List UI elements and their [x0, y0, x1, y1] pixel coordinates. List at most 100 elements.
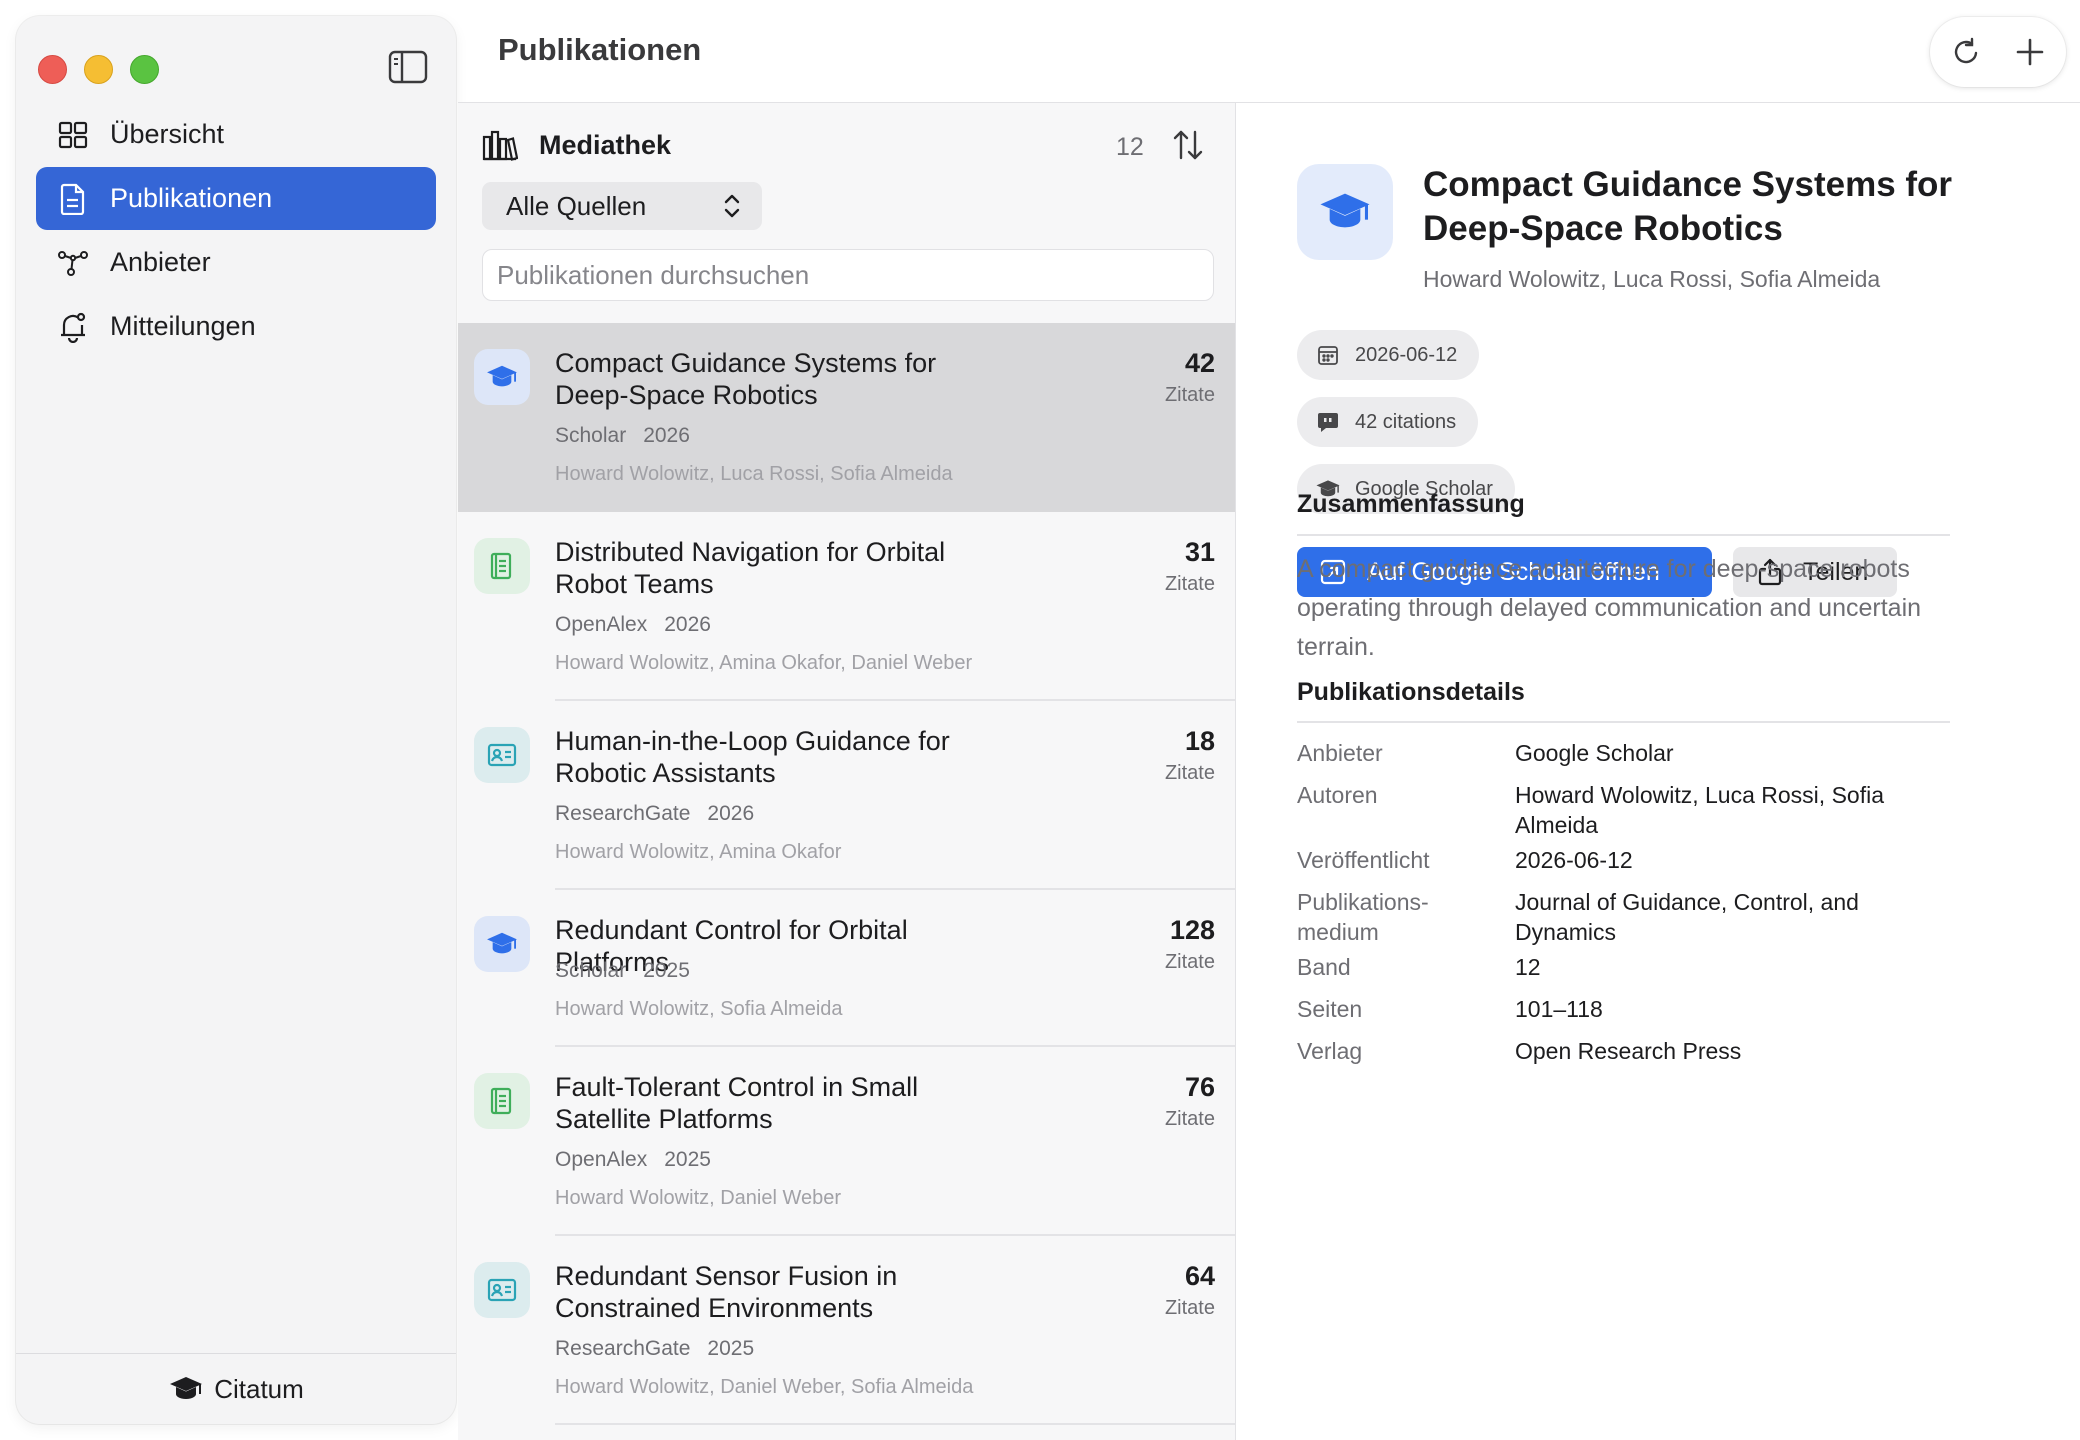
sidebar-item-label: Publikationen [110, 183, 273, 213]
sidebar-item-publikationen[interactable]: Publikationen [36, 167, 436, 230]
publication-authors: Howard Wolowitz, Sofia Almeida [555, 998, 843, 1020]
summary-text: A compact guidance architecture for deep… [1297, 555, 1922, 661]
search-input[interactable] [482, 249, 1214, 301]
citation-label: Zitate [1164, 951, 1215, 973]
list-item[interactable]: Human-in-the-Loop Guidance for Robotic A… [458, 701, 1235, 890]
open-book-icon [474, 1073, 530, 1129]
document-icon [56, 182, 90, 216]
graduation-cap-icon [474, 349, 530, 405]
field-value: Open Research Press [1515, 1038, 1742, 1064]
field-label: Autoren [1297, 782, 1378, 808]
details-divider [1297, 721, 1950, 723]
publication-source: ResearchGate [555, 802, 691, 825]
publication-meta: ResearchGate 2026 [555, 802, 754, 826]
publication-title: Compact Guidance Systems for Deep-Space … [555, 348, 937, 410]
publication-meta: Scholar 2025 [555, 959, 690, 983]
citation-count: 18 [1184, 726, 1215, 756]
publication-year: 2026 [707, 802, 755, 825]
id-card-icon [474, 1262, 530, 1318]
publication-source: ResearchGate [555, 1337, 691, 1360]
citation-count: 76 [1184, 1072, 1215, 1102]
citation-label: Zitate [1164, 762, 1215, 784]
publication-authors: Howard Wolowitz, Luca Rossi, Sofia Almei… [555, 463, 953, 485]
field-value: 12 [1515, 954, 1541, 980]
sidebar-item-uebersicht[interactable]: Übersicht [36, 103, 436, 166]
sidebar-item-label: Übersicht [110, 119, 225, 149]
field-value: 2026-06-12 [1515, 847, 1633, 873]
sidebar-toggle-icon[interactable] [388, 49, 428, 85]
list-item[interactable]: Distributed Navigation for Orbital Robot… [458, 512, 1235, 701]
publication-authors: Howard Wolowitz, Daniel Weber [555, 1187, 842, 1209]
source-filter-select[interactable]: Alle Quellen [482, 182, 762, 230]
row-divider [555, 1423, 1235, 1425]
window-close-button[interactable] [38, 55, 67, 84]
field-label: Publikations-medium [1297, 889, 1429, 945]
publication-title: Distributed Navigation for Orbital Robot… [555, 537, 946, 599]
publication-meta: OpenAlex 2026 [555, 613, 711, 637]
sidebar-item-label: Mitteilungen [110, 311, 256, 341]
detail-title: Compact Guidance Systems for Deep-Space … [1423, 165, 1953, 248]
date-chip-label: 2026-06-12 [1355, 343, 1458, 366]
publication-meta: Scholar 2026 [555, 424, 690, 448]
citation-count: 64 [1184, 1261, 1215, 1291]
publication-meta: ResearchGate 2025 [555, 1337, 754, 1361]
publication-year: 2025 [643, 959, 690, 982]
list-item[interactable]: Redundant Sensor Fusion in Constrained E… [458, 1236, 1235, 1425]
graduation-cap-icon [168, 1371, 204, 1407]
library-icon [482, 129, 519, 161]
field-label: Seiten [1297, 996, 1363, 1022]
field-label: Verlag [1297, 1038, 1363, 1064]
graduation-cap-icon [474, 916, 530, 972]
field-value: Journal of Guidance, Control, and Dynami… [1515, 889, 1859, 945]
publication-title: Redundant Sensor Fusion in Constrained E… [555, 1261, 898, 1323]
library-title: Mediathek [539, 130, 672, 160]
publication-authors: Howard Wolowitz, Amina Okafor, Daniel We… [555, 652, 973, 674]
publication-source: Scholar [555, 424, 627, 447]
toolbar-actions [1930, 17, 2066, 87]
details-heading: Publikationsdetails [1297, 678, 1525, 706]
publication-source: Scholar [555, 959, 627, 982]
list-item[interactable]: Compact Guidance Systems for Deep-Space … [458, 323, 1235, 512]
publication-year: 2026 [664, 613, 711, 636]
list-item[interactable]: Redundant Control for Orbital Platforms … [458, 890, 1235, 1047]
field-label: Veröffentlicht [1297, 847, 1430, 873]
publication-year: 2025 [707, 1337, 755, 1360]
network-icon [56, 246, 90, 280]
sidebar-footer: Citatum [16, 1353, 456, 1424]
window-minimize-button[interactable] [84, 55, 113, 84]
detail-authors: Howard Wolowitz, Luca Rossi, Sofia Almei… [1423, 266, 1881, 292]
publication-meta: OpenAlex 2025 [555, 1148, 711, 1172]
sidebar: Übersicht Publikationen Anbieter Mitteil… [16, 16, 456, 1424]
publication-list-panel: Mediathek 12 Alle Quellen Compact Guidan… [458, 103, 1236, 1440]
grid-icon [56, 118, 90, 152]
citation-count: 31 [1184, 537, 1215, 567]
app-name: Citatum [214, 1373, 304, 1404]
window-zoom-button[interactable] [130, 55, 159, 84]
publication-source: OpenAlex [555, 613, 648, 636]
date-chip: 2026-06-12 [1297, 330, 1480, 380]
publication-authors: Howard Wolowitz, Daniel Weber, Sofia Alm… [555, 1376, 974, 1398]
sidebar-item-mitteilungen[interactable]: Mitteilungen [36, 295, 436, 358]
field-label: Anbieter [1297, 740, 1383, 766]
refresh-icon[interactable] [1948, 34, 1984, 70]
quote-bubble-icon [1315, 409, 1341, 435]
open-book-icon [474, 538, 530, 594]
field-value: Howard Wolowitz, Luca Rossi, Sofia Almei… [1515, 782, 1884, 838]
summary-heading: Zusammenfassung [1297, 490, 1525, 518]
citation-count: 42 [1184, 348, 1215, 378]
bell-icon [56, 310, 90, 344]
plus-icon[interactable] [2012, 34, 2048, 70]
publication-list: Compact Guidance Systems for Deep-Space … [458, 323, 1235, 1425]
field-value: Google Scholar [1515, 740, 1674, 766]
citation-count: 128 [1169, 915, 1215, 945]
source-filter-value: Alle Quellen [506, 190, 647, 221]
list-item[interactable]: Fault-Tolerant Control in Small Satellit… [458, 1047, 1235, 1236]
sort-icon[interactable] [1170, 127, 1206, 163]
field-value: 101–118 [1515, 996, 1603, 1022]
citations-chip-label: 42 citations [1355, 410, 1457, 433]
publication-year: 2025 [664, 1148, 711, 1171]
sidebar-item-anbieter[interactable]: Anbieter [36, 231, 436, 294]
publication-authors: Howard Wolowitz, Amina Okafor [555, 841, 842, 863]
chevron-up-down-icon [720, 192, 744, 220]
summary-divider [1297, 534, 1950, 536]
